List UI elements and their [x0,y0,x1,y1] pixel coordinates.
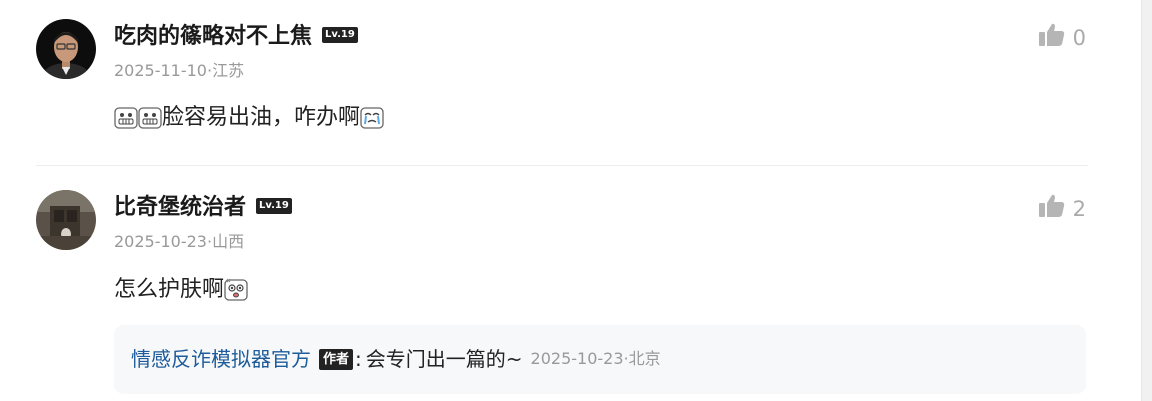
username[interactable]: 比奇堡统治者 Lv.19 [114,193,292,223]
reply-date-location: 2025-10-23·北京 [530,349,661,368]
comment-text: 怎么护肤啊 [114,275,248,305]
like-count: 0 [1072,25,1086,50]
grimace-emoji-icon [114,106,138,130]
reply-box: 情感反诈模拟器官方 作者 : 会专门出一篇的~ 2025-10-23·北京 [114,325,1086,394]
reply-colon: : [355,347,362,371]
thumbs-up-icon [1038,23,1065,52]
comment-item: 比奇堡统治者 Lv.19 2025-10-23·山西 2 怎么护肤啊 情感反诈模拟… [36,190,1088,401]
username[interactable]: 吃肉的篠略对不上焦 Lv.19 [114,22,358,52]
avatar[interactable] [36,19,96,79]
username-text[interactable]: 吃肉的篠略对不上焦 [114,24,312,49]
comment-text: 脸容易出油，咋办啊 [114,103,384,133]
grimace-emoji-icon [138,106,162,130]
reply-username[interactable]: 情感反诈模拟器官方 [131,345,311,373]
level-badge: Lv.19 [256,198,292,214]
scrollbar[interactable] [1141,0,1152,401]
comment-date-location: 2025-11-10·江苏 [114,61,245,80]
username-text[interactable]: 比奇堡统治者 [114,195,246,220]
shocked-emoji-icon [224,278,248,302]
like-count: 2 [1072,196,1086,221]
comment-date-location: 2025-10-23·山西 [114,232,245,251]
thumbs-up-icon [1038,194,1065,223]
avatar[interactable] [36,190,96,250]
reply-item: 情感反诈模拟器官方 作者 : 会专门出一篇的~ 2025-10-23·北京 [131,345,661,373]
reply-text: 会专门出一篇的~ [365,347,523,371]
comment-item: 吃肉的篠略对不上焦 Lv.19 2025-11-10·江苏 0 脸容易出油，咋办啊 [36,19,1088,166]
like-button[interactable]: 2 [1038,194,1086,223]
comment-text-content: 脸容易出油，咋办啊 [162,105,361,130]
comment-text-content: 怎么护肤啊 [114,277,225,302]
like-button[interactable]: 0 [1038,23,1086,52]
level-badge: Lv.19 [322,27,358,43]
crying-emoji-icon [360,106,384,130]
author-badge: 作者 [319,348,354,370]
